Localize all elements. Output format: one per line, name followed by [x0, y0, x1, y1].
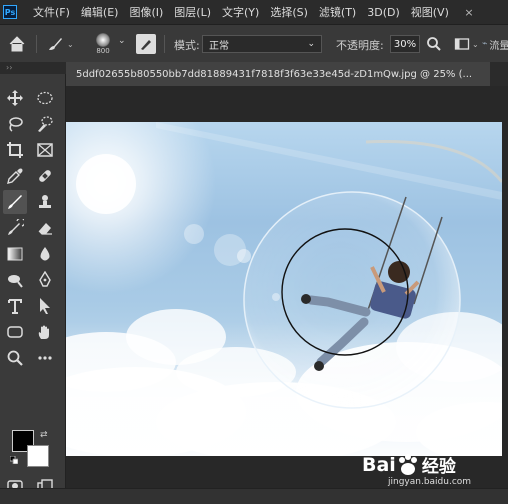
menu-type[interactable]: 文字(Y)	[222, 4, 259, 20]
menu-edit[interactable]: 编辑(E)	[81, 4, 119, 20]
lasso-tool-icon[interactable]	[3, 112, 27, 136]
chevron-down-icon: ⌄	[67, 39, 74, 49]
blend-mode-select[interactable]: 正常 ⌄	[202, 35, 322, 53]
more-tools-icon[interactable]	[33, 346, 57, 370]
marquee-tool-icon[interactable]	[33, 86, 57, 110]
photoshop-logo-icon: Ps	[3, 5, 17, 19]
quick-selection-tool-icon[interactable]	[33, 112, 57, 136]
eyedropper-tool-icon[interactable]	[3, 164, 27, 188]
frame-tool-icon[interactable]	[33, 138, 57, 162]
watermark-suffix: 经验	[421, 457, 456, 477]
hand-tool-icon[interactable]	[33, 320, 57, 344]
type-tool-icon[interactable]	[3, 294, 27, 318]
options-bar: ⌄ 800 ⌄ 模式: 正常 ⌄ 不透明度: 30% ⌄ ⌁ 流量	[0, 24, 508, 62]
watermark-brand: Bai	[362, 453, 396, 476]
document-tab-bar: 5ddf02655b80550bb7dd81889431f7818f3f63e3…	[66, 62, 508, 86]
tools-panel: ›› ⇄	[0, 62, 66, 504]
brush-settings-panel-icon[interactable]	[136, 25, 156, 63]
sky-swing-photo	[66, 122, 502, 456]
chevron-down-icon: ⌄	[307, 39, 315, 49]
pen-tool-icon[interactable]	[33, 268, 57, 292]
chevron-down-icon: ⌄	[472, 39, 479, 49]
clone-stamp-tool-icon[interactable]	[33, 190, 57, 214]
path-selection-tool-icon[interactable]	[33, 294, 57, 318]
menu-layer[interactable]: 图层(L)	[174, 4, 211, 20]
baidu-jingyan-watermark: Bai 经验 jingyan.baidu.com	[362, 452, 502, 492]
mode-label: 模式:	[174, 39, 200, 52]
dodge-tool-icon[interactable]	[3, 268, 27, 292]
zoom-tool-icon[interactable]	[3, 346, 27, 370]
rectangle-tool-icon[interactable]	[3, 320, 27, 344]
pasteboard-top	[66, 86, 508, 122]
document-canvas[interactable]	[66, 122, 502, 456]
menu-image[interactable]: 图像(I)	[129, 4, 163, 20]
menu-select[interactable]: 选择(S)	[270, 4, 308, 20]
opacity-label: 不透明度:	[336, 39, 384, 52]
eraser-tool-icon[interactable]	[33, 216, 57, 240]
healing-brush-tool-icon[interactable]	[33, 164, 57, 188]
panel-collapse-handle[interactable]: ››	[0, 62, 66, 74]
blend-mode-value: 正常	[209, 40, 229, 52]
brush-tool-preset-icon[interactable]: ⌄	[46, 25, 74, 63]
background-color-swatch[interactable]	[27, 445, 49, 467]
status-bar	[0, 488, 508, 504]
watermark-url: jingyan.baidu.com	[388, 477, 472, 487]
menu-bar: Ps 文件(F) 编辑(E) 图像(I) 图层(L) 文字(Y) 选择(S) 滤…	[0, 0, 508, 24]
crop-tool-icon[interactable]	[3, 138, 27, 162]
blur-tool-icon[interactable]	[33, 242, 57, 266]
workspace-icon[interactable]: ⌄	[454, 25, 479, 63]
soft-brush-icon	[96, 33, 110, 47]
menu-filter[interactable]: 滤镜(T)	[319, 4, 356, 20]
airbrush-icon[interactable]: ⌁	[482, 39, 487, 49]
home-icon[interactable]	[8, 25, 26, 63]
swap-colors-icon[interactable]: ⇄	[40, 430, 48, 440]
opacity-input[interactable]: 30%	[390, 35, 420, 53]
document-tab-title: 5ddf02655b80550bb7dd81889431f7818f3f63e3…	[76, 68, 473, 80]
menu-file[interactable]: 文件(F)	[33, 4, 70, 20]
brush-size-value: 800	[96, 47, 110, 55]
search-icon[interactable]	[426, 25, 442, 63]
paw-logo-icon	[398, 453, 417, 475]
tab-close-button[interactable]: ×	[463, 0, 475, 24]
gradient-tool-icon[interactable]	[3, 242, 27, 266]
menu-3d[interactable]: 3D(D)	[367, 6, 400, 19]
flow-label: 流量	[489, 40, 508, 52]
default-colors-icon[interactable]	[9, 454, 19, 465]
chevron-down-icon[interactable]: ⌄	[118, 36, 126, 46]
menu-view[interactable]: 视图(V)	[411, 4, 449, 20]
document-tab[interactable]: 5ddf02655b80550bb7dd81889431f7818f3f63e3…	[66, 62, 490, 86]
brush-size-picker[interactable]: 800	[96, 25, 110, 63]
brush-tool-icon[interactable]	[3, 190, 27, 214]
history-brush-tool-icon[interactable]	[3, 216, 27, 240]
move-tool-icon[interactable]	[3, 86, 27, 110]
